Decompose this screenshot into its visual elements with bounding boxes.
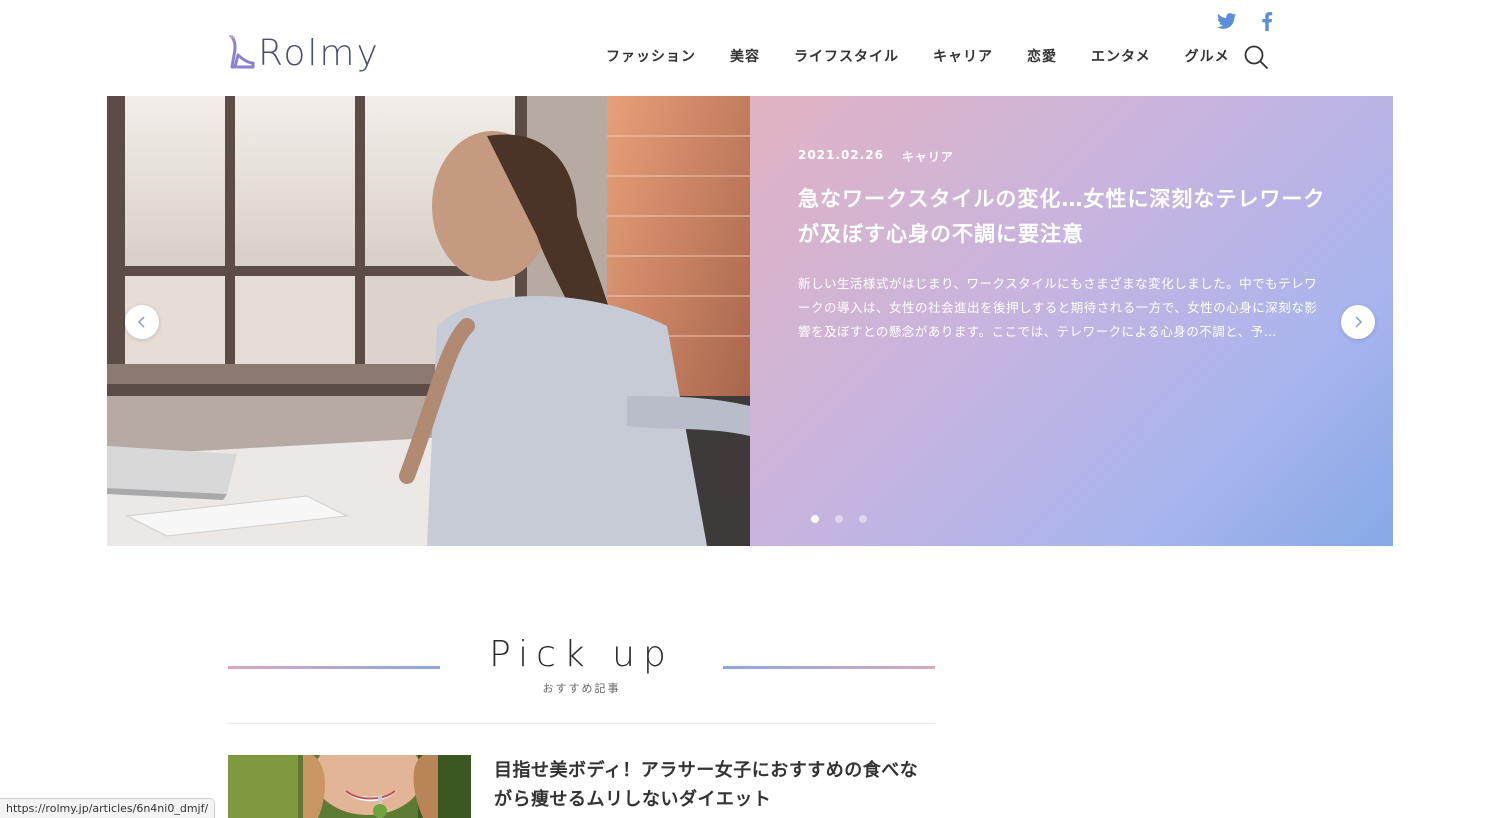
slider-prev-button[interactable] (125, 305, 159, 339)
status-bar-url: https://rolmy.jp/articles/6n4ni0_dmjf/ (0, 798, 216, 818)
main-nav: ファッション 美容 ライフスタイル キャリア 恋愛 エンタメ グルメ (606, 46, 1264, 66)
slider-dot-3[interactable] (859, 515, 867, 523)
nav-item-love[interactable]: 恋愛 (1027, 46, 1057, 66)
slider-dots (811, 515, 867, 523)
high-heel-logo-icon (229, 35, 255, 69)
site-logo[interactable]: Rolmy (226, 30, 380, 76)
chevron-right-icon (1355, 316, 1363, 328)
hero-category[interactable]: キャリア (902, 148, 954, 165)
nav-item-beauty[interactable]: 美容 (730, 46, 760, 66)
pickup-line-right (723, 666, 935, 669)
pickup-article[interactable]: 目指せ美ボディ！アラサー女子におすすめの食べながら痩せるムリしないダイエット (228, 755, 935, 818)
pickup-heading: Pick up おすすめ記事 (228, 630, 935, 724)
logo-text: Rolmy (258, 32, 380, 74)
nav-item-lifestyle[interactable]: ライフスタイル (794, 46, 899, 66)
hero-excerpt: 新しい生活様式がはじまり、ワークスタイルにもさまざまな変化しました。中でもテレワ… (798, 276, 1318, 339)
hero-text-panel[interactable]: 2021.02.26 キャリア 急なワークスタイルの変化…女性に深刻なテレワーク… (750, 96, 1393, 546)
slider-next-button[interactable] (1341, 305, 1375, 339)
pickup-subtitle: おすすめ記事 (542, 682, 621, 695)
slider-dot-1[interactable] (811, 515, 819, 523)
nav-item-entertainment[interactable]: エンタメ (1091, 46, 1151, 66)
facebook-icon[interactable] (1256, 10, 1278, 32)
nav-item-fashion[interactable]: ファッション (606, 46, 696, 66)
article-thumbnail[interactable] (228, 755, 471, 818)
pickup-divider (228, 723, 935, 724)
nav-item-career[interactable]: キャリア (933, 46, 993, 66)
site-header: Rolmy ファッション 美容 ライフスタイル キャリア 恋愛 エンタメ グルメ (0, 0, 1500, 96)
nav-item-gourmet[interactable]: グルメ (1185, 46, 1230, 66)
hero-image[interactable] (107, 96, 750, 546)
hero-slider: 2021.02.26 キャリア 急なワークスタイルの変化…女性に深刻なテレワーク… (107, 96, 1393, 546)
hero-meta: 2021.02.26 キャリア (798, 148, 954, 165)
search-icon[interactable] (1243, 44, 1269, 70)
twitter-icon[interactable] (1216, 10, 1238, 32)
article-title[interactable]: 目指せ美ボディ！アラサー女子におすすめの食べながら痩せるムリしないダイエット (494, 756, 934, 814)
chevron-left-icon (137, 316, 145, 328)
social-links (1216, 10, 1278, 32)
hero-date: 2021.02.26 (798, 148, 884, 162)
slider-dot-2[interactable] (835, 515, 843, 523)
hero-title[interactable]: 急なワークスタイルの変化…女性に深刻なテレワークが及ぼす心身の不調に要注意 (798, 182, 1338, 252)
